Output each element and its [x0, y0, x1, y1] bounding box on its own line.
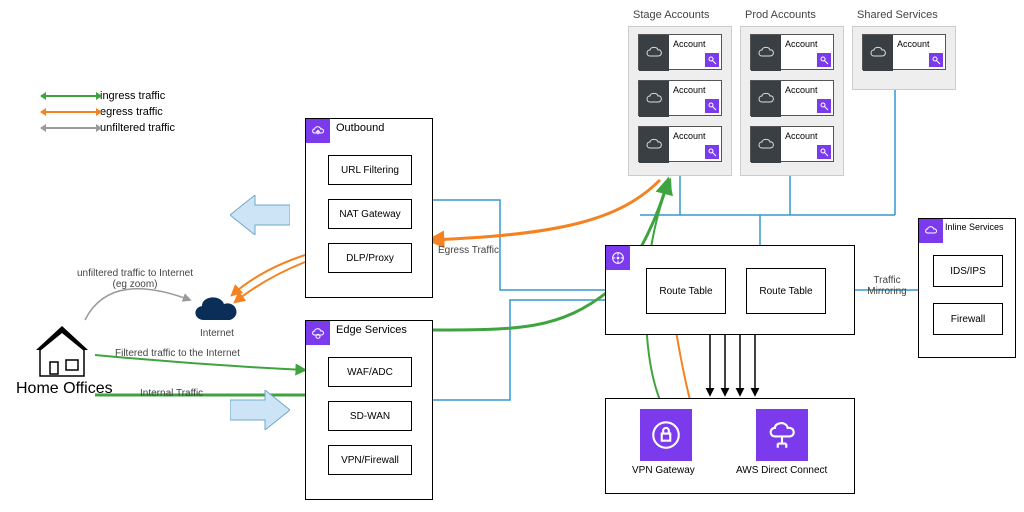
ids-ips: IDS/IPS [933, 255, 1003, 287]
cloud-icon [751, 127, 781, 163]
routing-box: Route Table Route Table [605, 245, 855, 335]
traffic-mirroring-label: Traffic Mirroring [862, 275, 912, 297]
cloud-security-icon [919, 219, 943, 243]
legend-ingress-label: ingress traffic [100, 90, 165, 102]
internet-label: Internet [200, 328, 234, 339]
legend: ingress traffic egress traffic unfiltere… [46, 90, 175, 138]
vpn-gateway-icon [640, 409, 692, 461]
edge-title: Edge Services [336, 324, 407, 336]
direct-connect-icon [756, 409, 808, 461]
route-table-1: Route Table [646, 268, 726, 314]
account-label: Account [673, 131, 706, 141]
direct-connect-label: AWS Direct Connect [736, 465, 827, 476]
account-card: Account [750, 34, 834, 70]
url-filtering: URL Filtering [328, 155, 412, 185]
diagram-canvas: ingress traffic egress traffic unfiltere… [0, 0, 1024, 512]
home-offices-label: Home Offices [16, 380, 113, 398]
account-label: Account [673, 85, 706, 95]
big-arrow-right [230, 390, 290, 430]
transit-gateway-icon [606, 246, 630, 270]
internal-label: Internal Traffic [140, 388, 203, 399]
cloud-security-icon [306, 119, 330, 143]
legend-egress-label: egress traffic [100, 106, 163, 118]
vpn-gateway-label: VPN Gateway [632, 465, 695, 476]
waf-adc: WAF/ADC [328, 357, 412, 387]
account-label: Account [673, 39, 706, 49]
key-icon [705, 145, 719, 159]
key-icon [929, 53, 943, 67]
cloud-icon [639, 81, 669, 117]
cloud-icon [863, 35, 893, 71]
cloud-icon [751, 35, 781, 71]
filtered-label: Filtered traffic to the Internet [115, 348, 240, 359]
prod-title: Prod Accounts [745, 9, 816, 21]
route-table-2: Route Table [746, 268, 826, 314]
account-label: Account [785, 131, 818, 141]
account-card: Account [638, 126, 722, 162]
legend-unfiltered: unfiltered traffic [46, 122, 175, 134]
legend-unfiltered-label: unfiltered traffic [100, 122, 175, 134]
nat-gateway: NAT Gateway [328, 199, 412, 229]
account-card: Account [638, 80, 722, 116]
dlp-proxy: DLP/Proxy [328, 243, 412, 273]
account-card: Account [638, 34, 722, 70]
egress-path-label: Egress Traffic [438, 245, 499, 256]
cloud-icon [639, 35, 669, 71]
account-card: Account [750, 80, 834, 116]
legend-ingress: ingress traffic [46, 90, 175, 102]
cloud-security-icon [306, 321, 330, 345]
sd-wan: SD-WAN [328, 401, 412, 431]
connectivity-box: VPN Gateway AWS Direct Connect [605, 398, 855, 494]
home-offices-icon [30, 320, 94, 383]
outbound-box: Outbound URL Filtering NAT Gateway DLP/P… [305, 118, 433, 298]
outbound-title: Outbound [336, 122, 384, 134]
account-card: Account [750, 126, 834, 162]
inline-title: Inline Services [945, 222, 1004, 232]
shared-title: Shared Services [857, 9, 938, 21]
inline-services-box: Inline Services IDS/IPS Firewall [918, 218, 1016, 358]
account-card: Account [862, 34, 946, 70]
account-label: Account [897, 39, 930, 49]
stage-title: Stage Accounts [633, 9, 709, 21]
key-icon [705, 99, 719, 113]
internet-cloud [188, 290, 244, 333]
account-label: Account [785, 85, 818, 95]
vpn-firewall: VPN/Firewall [328, 445, 412, 475]
unfiltered-note: unfiltered traffic to Internet (eg zoom) [70, 268, 200, 290]
key-icon [817, 53, 831, 67]
key-icon [705, 53, 719, 67]
legend-egress: egress traffic [46, 106, 175, 118]
cloud-icon [751, 81, 781, 117]
big-arrow-left [230, 195, 290, 235]
cloud-icon [639, 127, 669, 163]
edge-services-box: Edge Services WAF/ADC SD-WAN VPN/Firewal… [305, 320, 433, 500]
firewall: Firewall [933, 303, 1003, 335]
key-icon [817, 99, 831, 113]
account-label: Account [785, 39, 818, 49]
key-icon [817, 145, 831, 159]
